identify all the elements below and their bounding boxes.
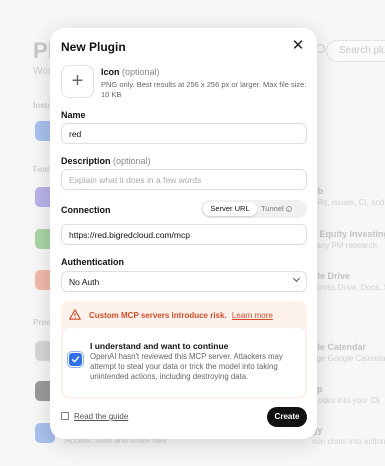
card-desc: across Drive, Docs, S: [312, 283, 385, 292]
card-desc: age Google Calendar: [312, 354, 385, 363]
card-title: gle Drive: [312, 271, 351, 281]
page-subtitle: Wor: [33, 66, 52, 77]
read-guide-link[interactable]: Read the guide: [61, 412, 128, 421]
card-title: gle Calendar: [312, 342, 367, 352]
authentication-select[interactable]: No Auth: [61, 271, 307, 292]
name-input[interactable]: red: [61, 123, 307, 144]
connection-type-toggle: Server URL Tunnel i: [201, 200, 307, 218]
section-featured: Feat: [33, 165, 50, 174]
name-label: Name: [61, 110, 86, 120]
create-button[interactable]: Create: [267, 407, 307, 427]
search-input[interactable]: Search plugi: [326, 40, 385, 62]
info-icon: i: [285, 206, 292, 213]
server-url-tab[interactable]: Server URL: [203, 202, 257, 216]
acknowledge-title: I understand and want to continue: [90, 341, 229, 351]
warning-icon: [69, 309, 81, 320]
search-icon: [316, 44, 325, 53]
tunnel-tab[interactable]: Tunnel i: [261, 202, 305, 216]
close-icon[interactable]: ✕: [290, 38, 306, 54]
warning-text: Custom MCP servers introduce risk. Learn…: [89, 311, 273, 320]
learn-more-link[interactable]: Learn more: [232, 311, 273, 320]
description-input[interactable]: Explain what it does in a few words: [61, 169, 307, 190]
icon-label: Icon (optional): [101, 67, 160, 77]
section-installed: Insta: [33, 101, 52, 110]
book-icon: [61, 412, 69, 420]
new-plugin-dialog: New Plugin ✕ + Icon (optional) PNG only.…: [50, 28, 317, 439]
acknowledge-checkbox[interactable]: [67, 351, 84, 368]
risk-warning: Custom MCP servers introduce risk. Learn…: [61, 301, 307, 399]
icon-upload-button[interactable]: +: [61, 65, 94, 98]
description-label: Description (optional): [61, 156, 151, 166]
optional-tag: (optional): [122, 67, 160, 77]
connection-label: Connection: [61, 205, 111, 215]
optional-tag: (optional): [113, 156, 151, 166]
chevron-down-icon: [292, 274, 301, 283]
dialog-title: New Plugin: [61, 40, 126, 54]
plus-icon: +: [71, 70, 84, 92]
card-desc: ruin chats into actions: [312, 437, 385, 446]
section-productivity: Prod: [33, 318, 52, 327]
card-desc: Codex into your Cli: [312, 396, 380, 405]
card-desc: pany PM research: [312, 241, 377, 250]
acknowledge-body: OpenAI hasn't reviewed this MCP server. …: [90, 352, 283, 381]
authentication-label: Authentication: [61, 257, 124, 267]
card-desc: PRs, issues, CI, and: [312, 198, 385, 207]
acknowledge-box: I understand and want to continue OpenAI…: [63, 328, 305, 397]
icon-help-text: PNG only. Best results at 256 x 256 px o…: [101, 80, 307, 99]
card-title: c Equity Investing: [312, 229, 385, 239]
server-url-input[interactable]: https://red.bigredcloud.com/mcp: [61, 224, 307, 245]
check-icon: [71, 356, 80, 363]
